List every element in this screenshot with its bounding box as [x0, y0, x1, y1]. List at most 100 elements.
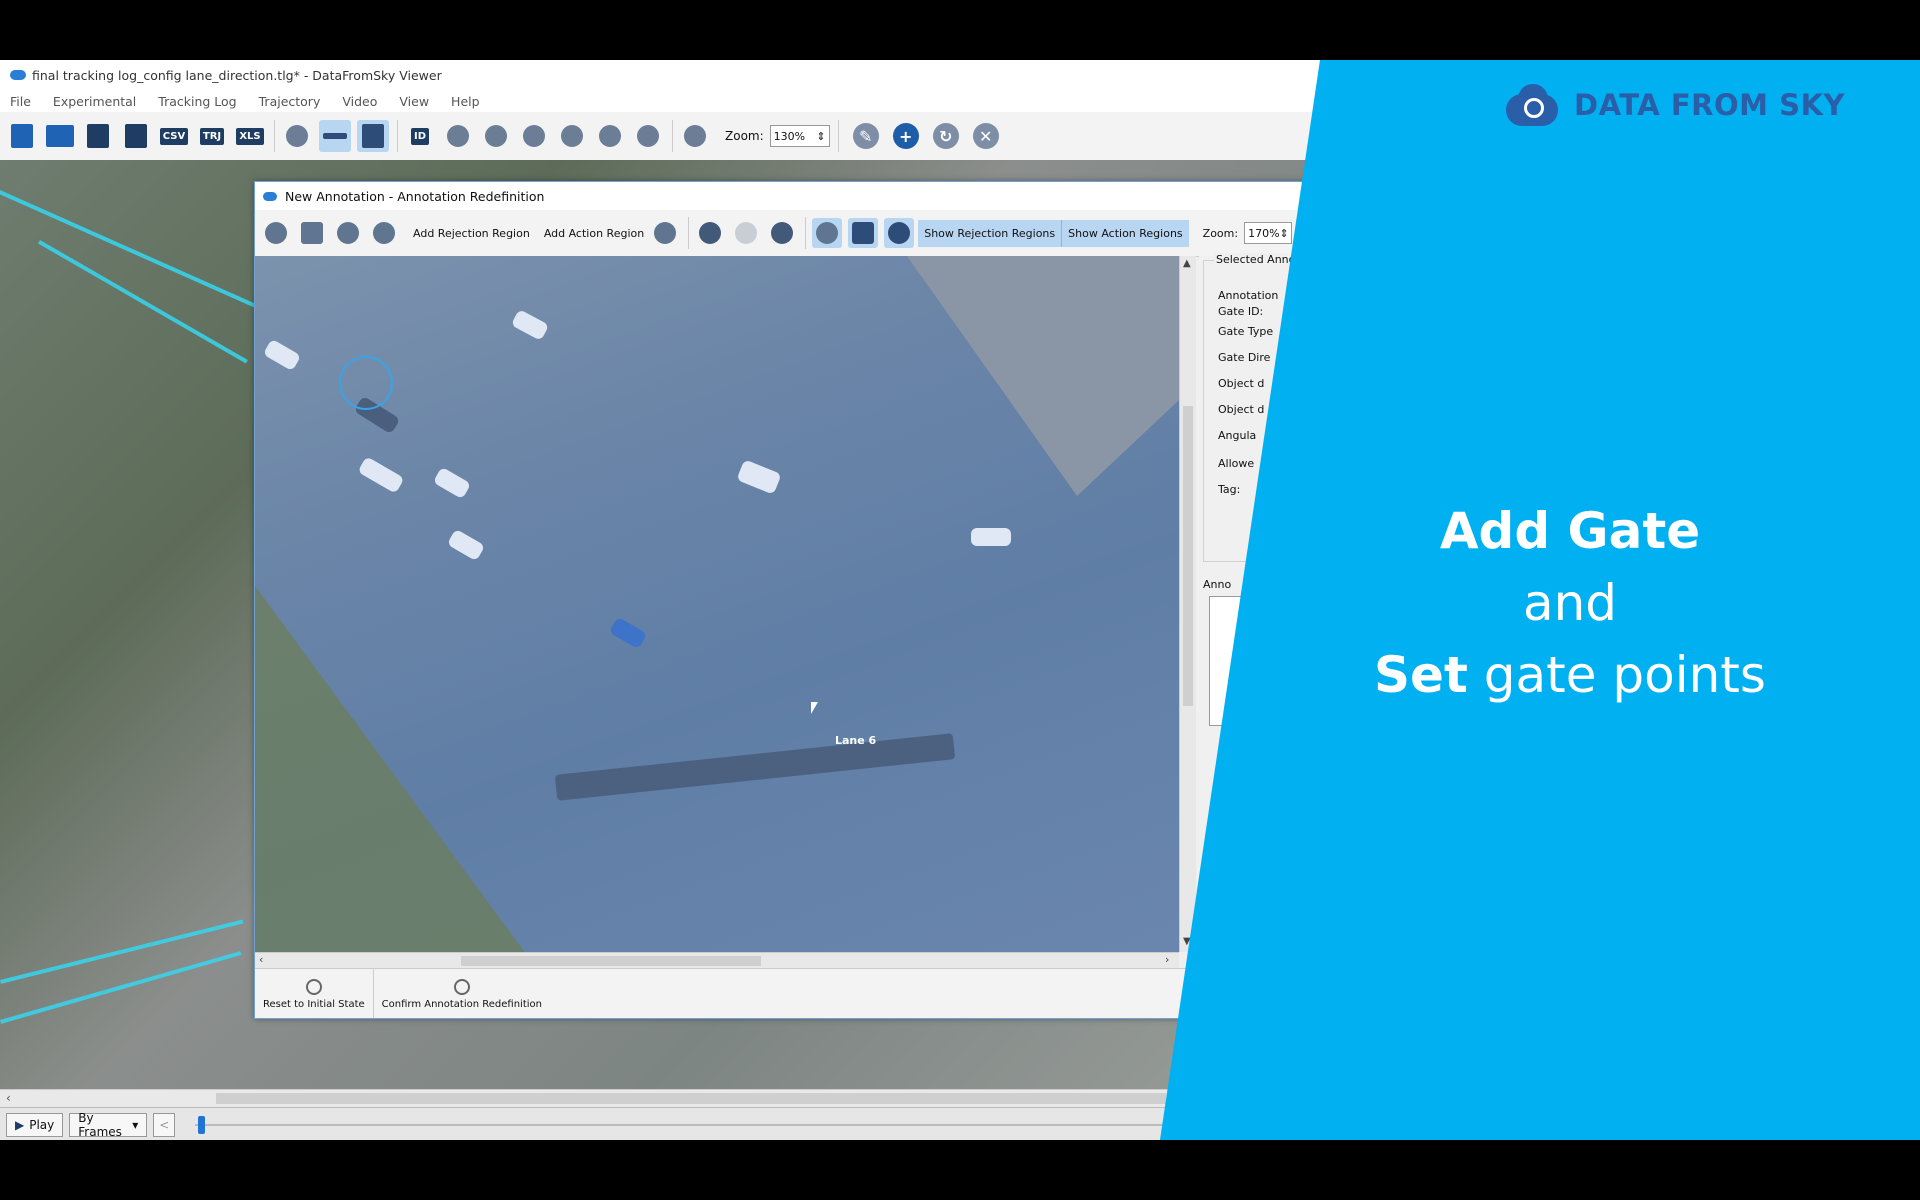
show-rejection-regions-toggle[interactable]: Show Rejection Regions — [918, 219, 1062, 247]
vehicle-button[interactable] — [518, 120, 550, 152]
menu-file[interactable]: File — [10, 94, 31, 109]
export-trj-button[interactable]: TRJ — [196, 120, 228, 152]
field-allowed: Allowe — [1218, 457, 1255, 470]
reset-button[interactable]: ↻ — [932, 123, 959, 149]
layers-button[interactable] — [679, 120, 711, 152]
acceleration-button[interactable] — [480, 120, 512, 152]
edit-button[interactable] — [695, 218, 725, 248]
add-zone-button[interactable] — [333, 218, 363, 248]
field-object-1: Object d — [1218, 377, 1265, 390]
toolbar-divider — [672, 120, 673, 152]
scroll-thumb[interactable] — [216, 1093, 1166, 1104]
annotations-group-title: Anno — [1203, 578, 1232, 591]
add-lane-button[interactable] — [297, 218, 327, 248]
close-button[interactable]: ✕ — [972, 123, 999, 149]
menu-view[interactable]: View — [399, 94, 429, 109]
field-gate-id: Gate ID: — [1218, 305, 1264, 318]
previous-frame-button[interactable]: < — [153, 1112, 176, 1137]
speed-gauge-button[interactable] — [442, 120, 474, 152]
cancel-button[interactable] — [767, 218, 797, 248]
vehicle — [510, 309, 550, 341]
scroll-thumb[interactable] — [1183, 406, 1193, 706]
lane-view-button[interactable] — [848, 218, 879, 248]
canvas-vertical-scrollbar[interactable]: ▲ ▼ — [1179, 256, 1196, 952]
new-file-icon — [11, 124, 33, 148]
person-icon — [888, 222, 911, 244]
annotation-canvas[interactable]: Lane 6 — [255, 256, 1179, 952]
add-gate-button[interactable] — [261, 218, 291, 248]
logo-text: DATA FROM SKY — [1574, 88, 1845, 122]
play-label: Play — [29, 1117, 55, 1132]
reset-label: Reset to Initial State — [263, 998, 365, 1010]
new-file-button[interactable] — [6, 120, 38, 152]
plus-icon: + — [898, 126, 913, 146]
confirm-redefinition-button[interactable]: Confirm Annotation Redefinition — [374, 969, 550, 1018]
play-button[interactable]: ▶ Play — [6, 1112, 64, 1137]
chart-button[interactable] — [632, 120, 664, 152]
menu-experimental[interactable]: Experimental — [53, 94, 136, 109]
menubar: File Experimental Tracking Log Trajector… — [0, 90, 1320, 112]
region-button[interactable] — [556, 120, 588, 152]
add-rejection-region-button[interactable]: Add Rejection Region — [413, 227, 530, 240]
reset-initial-state-button[interactable]: Reset to Initial State — [255, 969, 374, 1018]
promo-headline: Add Gate and Set gate points — [1330, 495, 1810, 711]
close-icon — [771, 222, 794, 244]
main-horizontal-scrollbar[interactable]: ‹ — [0, 1089, 1170, 1108]
person-view-button[interactable] — [884, 218, 915, 248]
export-xls-button[interactable]: XLS — [234, 120, 266, 152]
person-tool-button[interactable] — [357, 120, 389, 152]
gate-point-marker[interactable] — [339, 356, 393, 410]
gate-view-button[interactable] — [812, 218, 843, 248]
menu-help[interactable]: Help — [451, 94, 480, 109]
vehicle — [262, 338, 302, 372]
mouse-cursor-icon — [811, 702, 818, 714]
timeline-handle[interactable] — [198, 1116, 205, 1134]
menu-tracking-log[interactable]: Tracking Log — [158, 94, 236, 109]
toolbar-divider — [837, 120, 839, 152]
confirm-button[interactable] — [731, 218, 761, 248]
open-folder-button[interactable] — [44, 120, 76, 152]
close-icon: ✕ — [978, 126, 993, 146]
zoom-spinbox[interactable]: 130% ⇕ — [769, 125, 830, 147]
scroll-left-icon[interactable]: ‹ — [6, 1091, 11, 1105]
point-icon — [373, 222, 395, 244]
headline-line-1: Add Gate — [1439, 502, 1701, 560]
scroll-left-icon[interactable]: ‹ — [259, 953, 263, 966]
add-button[interactable]: + — [892, 123, 919, 149]
add-gate-icon — [265, 222, 287, 244]
car-icon — [523, 125, 545, 147]
timeline-track[interactable] — [195, 1124, 1165, 1126]
frame-mode-value: By Frames — [78, 1110, 122, 1139]
cloud-eye-icon — [1506, 84, 1558, 126]
export-csv-button[interactable]: CSV — [158, 120, 190, 152]
spin-arrows-icon[interactable]: ⇕ — [816, 130, 825, 143]
scroll-right-icon[interactable]: › — [1165, 953, 1169, 966]
gate-tool-button[interactable] — [281, 120, 313, 152]
menu-trajectory[interactable]: Trajectory — [259, 94, 321, 109]
save-button[interactable] — [82, 120, 114, 152]
video-button[interactable] — [120, 120, 152, 152]
dialog-zoom-spinbox[interactable]: 170% ⇕ — [1244, 222, 1293, 244]
show-action-regions-toggle[interactable]: Show Action Regions — [1061, 219, 1189, 247]
camera-button[interactable] — [594, 120, 626, 152]
add-action-region-button[interactable]: Add Action Region — [544, 227, 644, 240]
scroll-up-icon[interactable]: ▲ — [1183, 258, 1191, 269]
id-button[interactable]: ID — [404, 120, 436, 152]
flag-button[interactable] — [650, 218, 680, 248]
gate-icon — [286, 125, 308, 147]
spin-arrows-icon[interactable]: ⇕ — [1280, 227, 1289, 240]
previous-label: < — [159, 1117, 170, 1132]
annotation-dialog: New Annotation - Annotation Redefinition… — [254, 181, 1306, 1019]
settings-button[interactable]: ✎ — [852, 123, 879, 149]
app-cloud-icon — [263, 191, 277, 201]
layers-icon — [684, 125, 706, 147]
canvas-horizontal-scrollbar[interactable]: ‹ › — [255, 952, 1179, 969]
trajectory-tool-button[interactable] — [319, 120, 351, 152]
app-cloud-icon — [10, 70, 26, 80]
frame-mode-select[interactable]: By Frames ▾ — [69, 1110, 148, 1139]
menu-video[interactable]: Video — [342, 94, 377, 109]
save-icon — [87, 124, 109, 148]
add-point-button[interactable] — [369, 218, 399, 248]
scroll-thumb[interactable] — [461, 956, 761, 966]
confirm-label: Confirm Annotation Redefinition — [381, 998, 542, 1010]
